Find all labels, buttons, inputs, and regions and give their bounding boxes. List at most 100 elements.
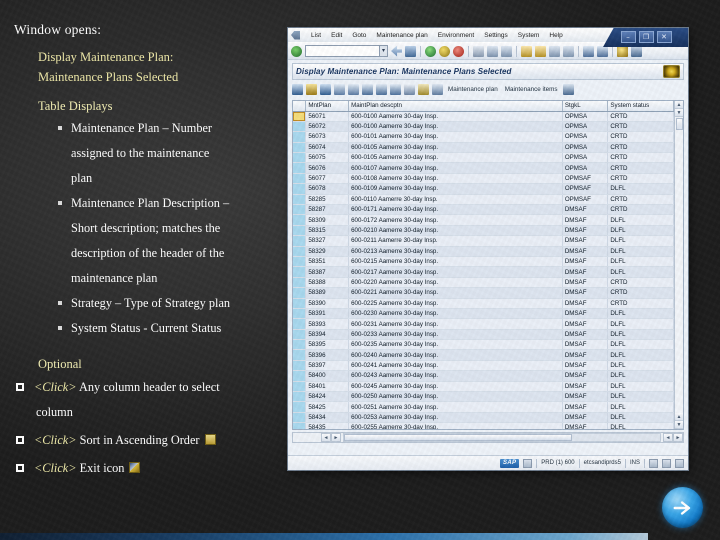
- previous-page-icon[interactable]: [535, 46, 546, 57]
- column-header-system-status[interactable]: System status: [608, 101, 674, 111]
- table-row[interactable]: 56074600-0105 Aamerre 30-day Insp.OPMSAC…: [293, 142, 674, 152]
- table-row[interactable]: 58388600-0220 Aamerre 30-day Insp.DMSAFC…: [293, 277, 674, 287]
- select-all-header[interactable]: [293, 101, 306, 111]
- row-select-cell[interactable]: [293, 319, 306, 329]
- print-preview-icon[interactable]: [404, 84, 415, 95]
- display-icon[interactable]: [320, 84, 331, 95]
- command-field[interactable]: ▾: [305, 45, 388, 57]
- scroll-page-right-button[interactable]: ►: [673, 433, 683, 442]
- table-row[interactable]: 58401600-0245 Aamerre 30-day Insp.DMSAFD…: [293, 381, 674, 391]
- sort-descending-icon[interactable]: [376, 84, 387, 95]
- row-select-cell[interactable]: [293, 371, 306, 381]
- table-row[interactable]: 56075600-0105 Aamerre 30-day Insp.OPMSAC…: [293, 153, 674, 163]
- menu-item-system[interactable]: System: [518, 32, 540, 39]
- row-select-cell[interactable]: [293, 402, 306, 412]
- spreadsheet-icon[interactable]: [418, 84, 429, 95]
- status-session-icon[interactable]: [662, 459, 671, 468]
- horizontal-scrollbar[interactable]: ◄ ► ◄ ►: [292, 432, 684, 443]
- find-next-icon[interactable]: [501, 46, 512, 57]
- menu-item-goto[interactable]: Goto: [352, 32, 366, 39]
- table-row[interactable]: 58396600-0240 Aamerre 30-day Insp.DMSAFD…: [293, 350, 674, 360]
- table-row[interactable]: 56076600-0107 Aamerre 30-day Insp.OPMSAC…: [293, 163, 674, 173]
- table-row[interactable]: 58435600-0255 Aamerre 30-day Insp.DMSAFD…: [293, 423, 674, 429]
- total-icon[interactable]: [334, 84, 345, 95]
- scroll-page-left-button[interactable]: ◄: [663, 433, 673, 442]
- row-select-cell[interactable]: [293, 111, 306, 121]
- row-select-cell[interactable]: [293, 194, 306, 204]
- table-row[interactable]: 58315600-0210 Aamerre 30-day Insp.DMSAFD…: [293, 225, 674, 235]
- row-select-cell[interactable]: [293, 215, 306, 225]
- subtotal-icon[interactable]: [348, 84, 359, 95]
- table-row[interactable]: 58391600-0230 Aamerre 30-day Insp.DMSAFD…: [293, 308, 674, 318]
- table-row[interactable]: 56072600-0100 Aamerre 30-day Insp.OPMSAC…: [293, 121, 674, 131]
- table-row[interactable]: 58393600-0231 Aamerre 30-day Insp.DMSAFD…: [293, 319, 674, 329]
- back-icon[interactable]: [291, 31, 300, 40]
- row-select-cell[interactable]: [293, 423, 306, 429]
- vertical-scrollbar[interactable]: ▲ ▼ ▲ ▼: [674, 101, 683, 429]
- table-row[interactable]: 58309600-0172 Aamerre 30-day Insp.DMSAFD…: [293, 215, 674, 225]
- details-icon[interactable]: [306, 84, 317, 95]
- row-select-cell[interactable]: [293, 277, 306, 287]
- menu-item-settings[interactable]: Settings: [484, 32, 508, 39]
- button-maintenance-plan[interactable]: Maintenance plan: [448, 86, 498, 93]
- table-row[interactable]: 58434600-0253 Aamerre 30-day Insp.DMSAFD…: [293, 412, 674, 422]
- export-icon[interactable]: [432, 84, 443, 95]
- table-row[interactable]: 58285600-0110 Aamerre 30-day Insp.OPMSAF…: [293, 194, 674, 204]
- table-row[interactable]: 58397600-0241 Aamerre 30-day Insp.DMSAFD…: [293, 360, 674, 370]
- help-icon[interactable]: [617, 46, 628, 57]
- minimize-button[interactable]: –: [621, 31, 636, 43]
- table-row[interactable]: 56073600-0101 Aamerre 30-day Insp.OPMSAC…: [293, 132, 674, 142]
- menu-item-help[interactable]: Help: [549, 32, 562, 39]
- row-select-cell[interactable]: [293, 132, 306, 142]
- filter-icon[interactable]: [390, 84, 401, 95]
- next-page-icon[interactable]: [549, 46, 560, 57]
- button-maintenance-items[interactable]: Maintenance items: [505, 86, 558, 93]
- row-select-cell[interactable]: [293, 205, 306, 215]
- table-row[interactable]: 58390600-0225 Aamerre 30-day Insp.DMSAFC…: [293, 298, 674, 308]
- menu-item-environment[interactable]: Environment: [438, 32, 475, 39]
- table-row[interactable]: 56077600-0108 Aamerre 30-day Insp.OPMSAF…: [293, 173, 674, 183]
- row-select-cell[interactable]: [293, 298, 306, 308]
- scroll-thumb[interactable]: [676, 118, 683, 130]
- row-select-cell[interactable]: [293, 142, 306, 152]
- cancel-icon[interactable]: [453, 46, 464, 57]
- row-select-cell[interactable]: [293, 350, 306, 360]
- table-row[interactable]: 58387600-0217 Aamerre 30-day Insp.DMSAFD…: [293, 267, 674, 277]
- table-row[interactable]: 58425600-0251 Aamerre 30-day Insp.DMSAFD…: [293, 402, 674, 412]
- menu-item-edit[interactable]: Edit: [331, 32, 342, 39]
- row-select-cell[interactable]: [293, 392, 306, 402]
- status-expand-icon[interactable]: [523, 459, 532, 468]
- exit-icon[interactable]: [439, 46, 450, 57]
- row-select-cell[interactable]: [293, 153, 306, 163]
- choose-layout-icon[interactable]: [563, 84, 574, 95]
- scroll-page-down-button[interactable]: ▼: [675, 421, 684, 429]
- enter-icon[interactable]: [391, 46, 402, 57]
- row-select-cell[interactable]: [293, 173, 306, 183]
- column-header-strategy[interactable]: StgkL: [562, 101, 608, 111]
- customize-layout-icon[interactable]: [631, 46, 642, 57]
- save-icon[interactable]: [405, 46, 416, 57]
- maximize-button[interactable]: ❐: [639, 31, 654, 43]
- next-slide-button[interactable]: [662, 487, 703, 528]
- row-select-cell[interactable]: [293, 121, 306, 131]
- menu-item-maintenance-plan[interactable]: Maintenance plan: [376, 32, 427, 39]
- menu-item-list[interactable]: List: [311, 32, 321, 39]
- row-select-cell[interactable]: [293, 267, 306, 277]
- table-row[interactable]: 58395600-0235 Aamerre 30-day Insp.DMSAFD…: [293, 340, 674, 350]
- row-select-cell[interactable]: [293, 340, 306, 350]
- column-header-description[interactable]: MaintPlan descptn: [349, 101, 563, 111]
- last-page-icon[interactable]: [563, 46, 574, 57]
- create-shortcut-icon[interactable]: [597, 46, 608, 57]
- sort-ascending-icon[interactable]: [362, 84, 373, 95]
- row-select-cell[interactable]: [293, 256, 306, 266]
- column-header-mntplan[interactable]: MntPlan: [306, 101, 349, 111]
- table-row[interactable]: 56071600-0100 Aamerre 30-day Insp.OPMSAC…: [293, 111, 674, 121]
- table-row[interactable]: 58287600-0171 Aamerre 30-day Insp.DMSAFC…: [293, 205, 674, 215]
- create-session-icon[interactable]: [583, 46, 594, 57]
- back-arrow-icon[interactable]: [425, 46, 436, 57]
- scroll-up-button[interactable]: ▲: [675, 101, 684, 109]
- row-select-cell[interactable]: [293, 308, 306, 318]
- scroll-down-button[interactable]: ▼: [675, 109, 684, 117]
- sap-menu-ball-icon[interactable]: [291, 46, 302, 57]
- h-scroll-trough[interactable]: [343, 433, 661, 442]
